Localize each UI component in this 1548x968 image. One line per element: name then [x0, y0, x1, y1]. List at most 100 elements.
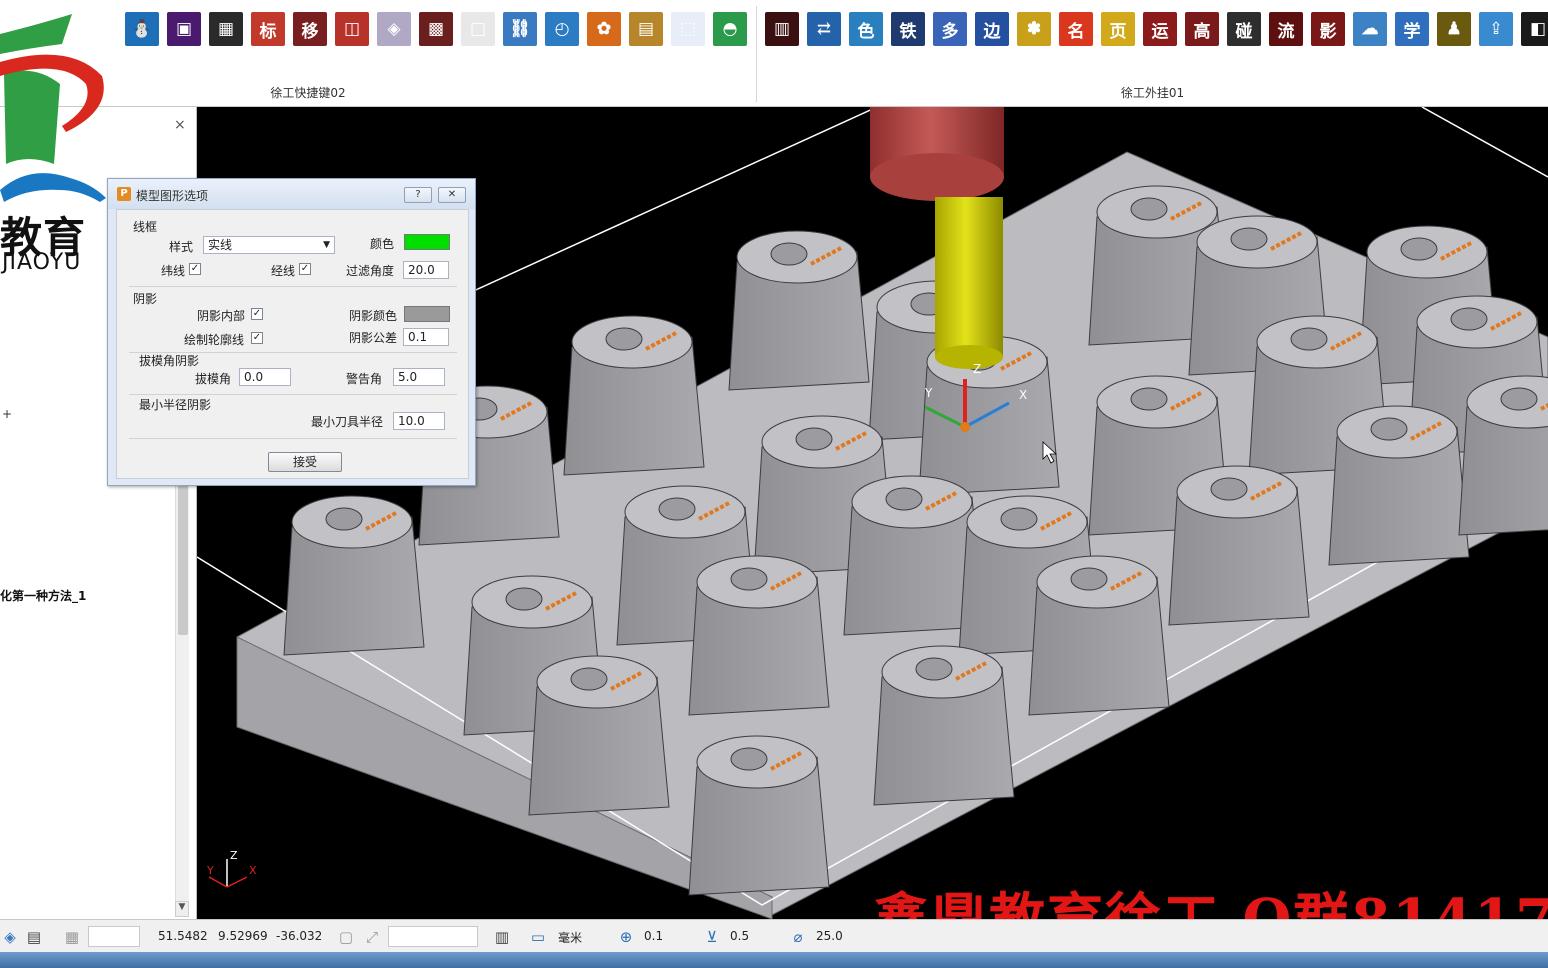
explorer-scrollbar[interactable] [175, 477, 189, 917]
tree-icon[interactable]: ✽ [1017, 12, 1051, 46]
dialog-body: 线框 样式 实线 ▼ 颜色 纬线 ✓ 经线 ✓ 过滤角度 20.0 阴影 阴影内… [116, 209, 469, 479]
grid-icon[interactable]: ▦ [62, 927, 82, 947]
explorer-scrollbar-thumb[interactable] [178, 485, 188, 635]
shade-interior-label: 阴影内部 [197, 309, 246, 323]
view-mode-icon[interactable]: ◈ [0, 927, 20, 947]
weft-checkbox[interactable]: ✓ [189, 263, 201, 275]
snowman-icon[interactable]: ⛄ [125, 12, 159, 46]
snap-icon[interactable]: ⤢ [362, 927, 382, 947]
boss-feature [728, 230, 870, 391]
boss-feature [1168, 465, 1310, 626]
workplane-icon[interactable]: ▤ [24, 927, 44, 947]
accept-button[interactable]: 接受 [268, 452, 342, 472]
draw-outline-checkbox[interactable]: ✓ [251, 332, 263, 344]
warning-angle-input[interactable]: 5.0 [393, 368, 445, 386]
crosshair-icon[interactable]: ⊕ [616, 927, 636, 947]
tree-expand-icon[interactable]: + [2, 407, 12, 421]
frame-icon[interactable]: ▤ [629, 12, 663, 46]
dome-icon[interactable]: ◓ [713, 12, 747, 46]
boss-feature [688, 555, 830, 716]
high-icon[interactable]: 高 [1185, 12, 1219, 46]
bars-icon[interactable]: ▥ [765, 12, 799, 46]
warp-checkbox[interactable]: ✓ [299, 263, 311, 275]
process-icon[interactable]: 流 [1269, 12, 1303, 46]
weft-label: 纬线 [161, 264, 186, 278]
view-triad-z-label: Z [230, 849, 238, 862]
grid-icon[interactable]: ▩ [419, 12, 453, 46]
os-taskbar [0, 952, 1548, 968]
multi-icon[interactable]: 多 [933, 12, 967, 46]
units-value[interactable]: 毫米 [558, 929, 582, 946]
draw-outline-label: 绘制轮廓线 [184, 333, 245, 347]
view-triad-y-label: Y [206, 864, 214, 877]
filter-angle-label: 过滤角度 [346, 264, 395, 278]
ribbon-group-shortcuts-label: 徐工快捷键02 [270, 86, 346, 100]
cube-icon[interactable]: ◈ [377, 12, 411, 46]
dialog-titlebar[interactable]: P 模型图形选项 ? ✕ [108, 179, 475, 209]
dark-tool-icon[interactable]: ▣ [167, 12, 201, 46]
move-icon[interactable]: 移 [293, 12, 327, 46]
status-bar: ◈ ▤ ▦ 51.5482 9.52969 -36.032 ▢ ⤢ ▥ ▭ 毫米… [0, 919, 1548, 952]
cloud-icon[interactable]: ☁ [1353, 12, 1387, 46]
boss-feature [563, 315, 705, 476]
wire-color-label: 颜色 [370, 237, 395, 251]
watermark-text: 鑫鼎教育徐工 Q群81417 [873, 875, 1548, 919]
style-select[interactable]: 实线 ▼ [203, 236, 335, 254]
wireframe-section-title: 线框 [133, 220, 158, 234]
coord-x-value: 51.5482 [158, 929, 208, 943]
study-icon[interactable]: 学 [1395, 12, 1429, 46]
diameter-icon[interactable]: ⌀ [788, 927, 808, 947]
swap-icon[interactable]: ⇄ [807, 12, 841, 46]
label-icon[interactable]: 标 [251, 12, 285, 46]
style-select-value: 实线 [208, 238, 233, 252]
min-tool-radius-input[interactable]: 10.0 [393, 412, 445, 430]
wire-color-swatch[interactable] [404, 234, 450, 250]
ribbon-group-plugins: ▥ ⇄ 色铁多边 ✽ 名页运高碰流影 ☁ 学 ♟ ⇪ ◧ 徐工外挂01 [757, 0, 1548, 107]
coord-z-value: -36.032 [276, 929, 323, 943]
coord-y-value: 9.52969 [218, 929, 268, 943]
square-icon[interactable]: □ [461, 12, 495, 46]
ruler-icon[interactable]: ▭ [528, 927, 548, 947]
triad-z-label: Z [973, 362, 981, 376]
color-icon[interactable]: 色 [849, 12, 883, 46]
link-icon[interactable]: ⛓ [503, 12, 537, 46]
animal-icon[interactable]: ✿ [587, 12, 621, 46]
run-icon[interactable]: 运 [1143, 12, 1177, 46]
panel-icon[interactable]: ▢ [336, 927, 356, 947]
tool-shank [935, 197, 1003, 357]
triad-y-label: Y [924, 386, 933, 400]
scroll-down-icon[interactable]: ▼ [175, 901, 189, 917]
help-button[interactable]: ? [404, 187, 432, 203]
people-icon[interactable]: ♟ [1437, 12, 1471, 46]
select-box-icon[interactable]: ⬚ [671, 12, 705, 46]
page-icon[interactable]: 页 [1101, 12, 1135, 46]
status-input-field[interactable] [388, 926, 478, 947]
shadow-icon[interactable]: 影 [1311, 12, 1345, 46]
boss-feature [873, 645, 1015, 806]
tolerance-value[interactable]: 0.1 [644, 929, 663, 943]
shade-color-swatch[interactable] [404, 306, 450, 322]
boundary-icon[interactable]: 边 [975, 12, 1009, 46]
name-icon[interactable]: 名 [1059, 12, 1093, 46]
measure-icon[interactable]: ▥ [492, 927, 512, 947]
explorer-close-icon[interactable]: × [174, 117, 186, 133]
tool-holder-end [870, 153, 1004, 201]
dark-icon[interactable]: ◧ [1521, 12, 1548, 46]
boss-feature [1328, 405, 1470, 566]
pattern-icon[interactable]: ▦ [209, 12, 243, 46]
stepover-icon[interactable]: ⊻ [702, 927, 722, 947]
dial-icon[interactable]: ◴ [545, 12, 579, 46]
tree-item-toolpath[interactable]: 化第一种方法_1 [0, 587, 86, 604]
split-icon[interactable]: ◫ [335, 12, 369, 46]
iron-icon[interactable]: 铁 [891, 12, 925, 46]
diameter-value[interactable]: 25.0 [816, 929, 843, 943]
draft-angle-input[interactable]: 0.0 [239, 368, 291, 386]
shade-interior-checkbox[interactable]: ✓ [251, 308, 263, 320]
view-triad: Z X Y [206, 849, 257, 888]
export-icon[interactable]: ⇪ [1479, 12, 1513, 46]
collide-icon[interactable]: 碰 [1227, 12, 1261, 46]
shade-tolerance-input[interactable]: 0.1 [403, 328, 449, 346]
close-button[interactable]: ✕ [438, 187, 466, 203]
filter-angle-input[interactable]: 20.0 [403, 261, 449, 279]
step-value[interactable]: 0.5 [730, 929, 749, 943]
